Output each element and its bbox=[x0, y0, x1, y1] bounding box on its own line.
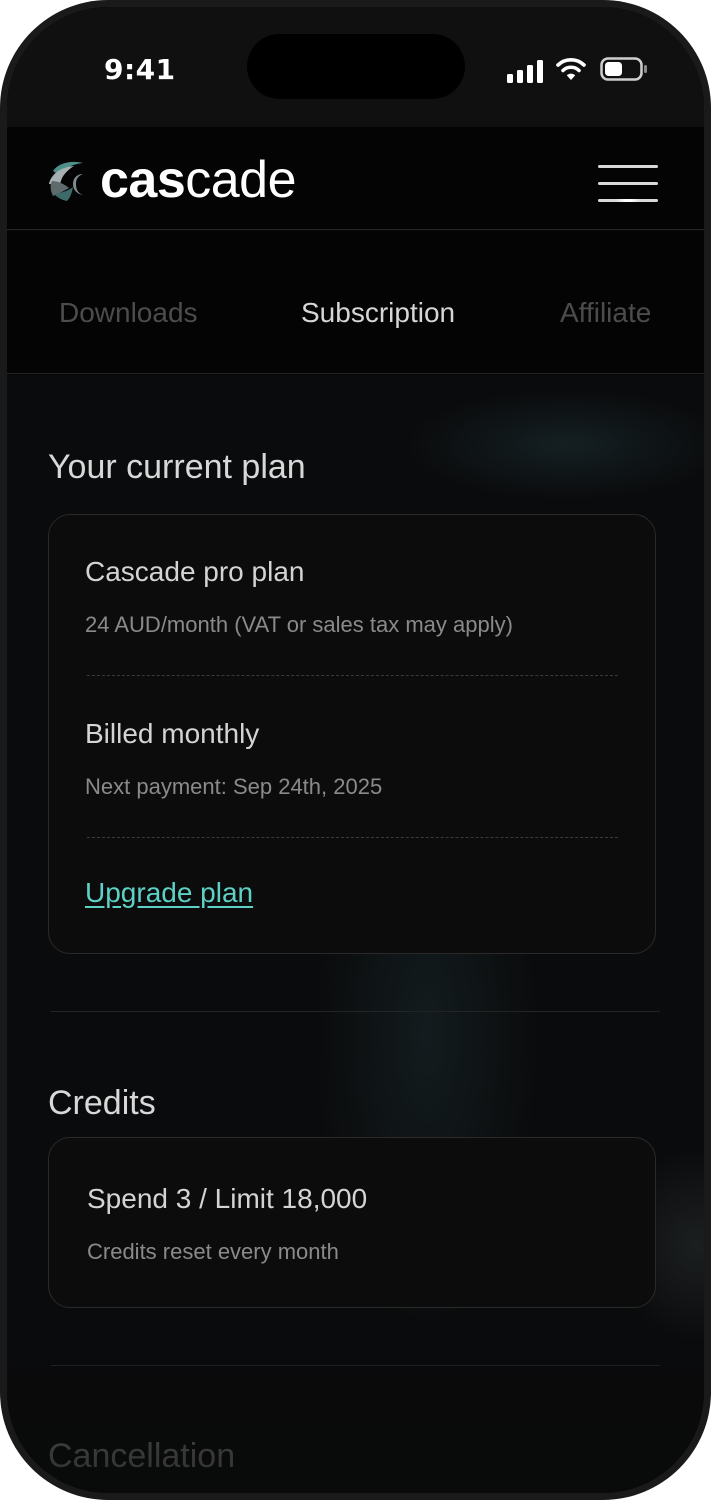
subscription-content[interactable]: Your current plan Cascade pro plan 24 AU… bbox=[7, 375, 704, 1493]
credits-reset-note: Credits reset every month bbox=[87, 1239, 339, 1264]
logo-mark-icon bbox=[49, 161, 83, 201]
cancellation-heading: Cancellation bbox=[48, 1437, 236, 1475]
status-time: 9:41 bbox=[104, 53, 176, 86]
credits-usage: Spend 3 / Limit 18,000 bbox=[87, 1183, 368, 1214]
upgrade-plan-link[interactable]: Upgrade plan bbox=[85, 877, 253, 909]
logo-wordmark-bold: cas bbox=[100, 151, 186, 209]
status-bar: 9:41 bbox=[7, 7, 704, 127]
logo-wordmark-light: cade bbox=[185, 151, 297, 209]
tab-affiliate[interactable]: Affiliate bbox=[560, 297, 651, 329]
app-header: cascade bbox=[7, 127, 704, 230]
credits-heading: Credits bbox=[48, 1084, 156, 1122]
section-divider bbox=[51, 1011, 660, 1012]
account-tabs: Downloads Subscription Affiliate bbox=[7, 231, 704, 374]
dynamic-island bbox=[247, 34, 465, 99]
section-divider bbox=[51, 1365, 660, 1366]
wifi-icon bbox=[556, 58, 586, 80]
logo-wordmark[interactable]: cascade bbox=[100, 150, 297, 210]
plan-name: Cascade pro plan bbox=[85, 556, 305, 587]
next-payment: Next payment: Sep 24th, 2025 bbox=[85, 774, 383, 799]
tab-subscription[interactable]: Subscription bbox=[301, 297, 455, 329]
billing-cycle: Billed monthly bbox=[85, 718, 260, 749]
phone-frame: 9:41 cascade Downloads Subscription Affi… bbox=[0, 0, 711, 1500]
battery-icon bbox=[600, 57, 647, 81]
card-divider bbox=[87, 837, 618, 838]
signal-icon bbox=[507, 59, 543, 83]
tab-downloads[interactable]: Downloads bbox=[59, 297, 198, 329]
plan-price: 24 AUD/month (VAT or sales tax may apply… bbox=[85, 612, 513, 637]
hamburger-menu-icon[interactable] bbox=[598, 163, 660, 205]
card-divider bbox=[87, 675, 618, 676]
current-plan-heading: Your current plan bbox=[48, 448, 306, 486]
credits-card: Spend 3 / Limit 18,000 Credits reset eve… bbox=[48, 1137, 656, 1308]
current-plan-card: Cascade pro plan 24 AUD/month (VAT or sa… bbox=[48, 514, 656, 954]
screen: 9:41 cascade Downloads Subscription Affi… bbox=[7, 7, 704, 1493]
